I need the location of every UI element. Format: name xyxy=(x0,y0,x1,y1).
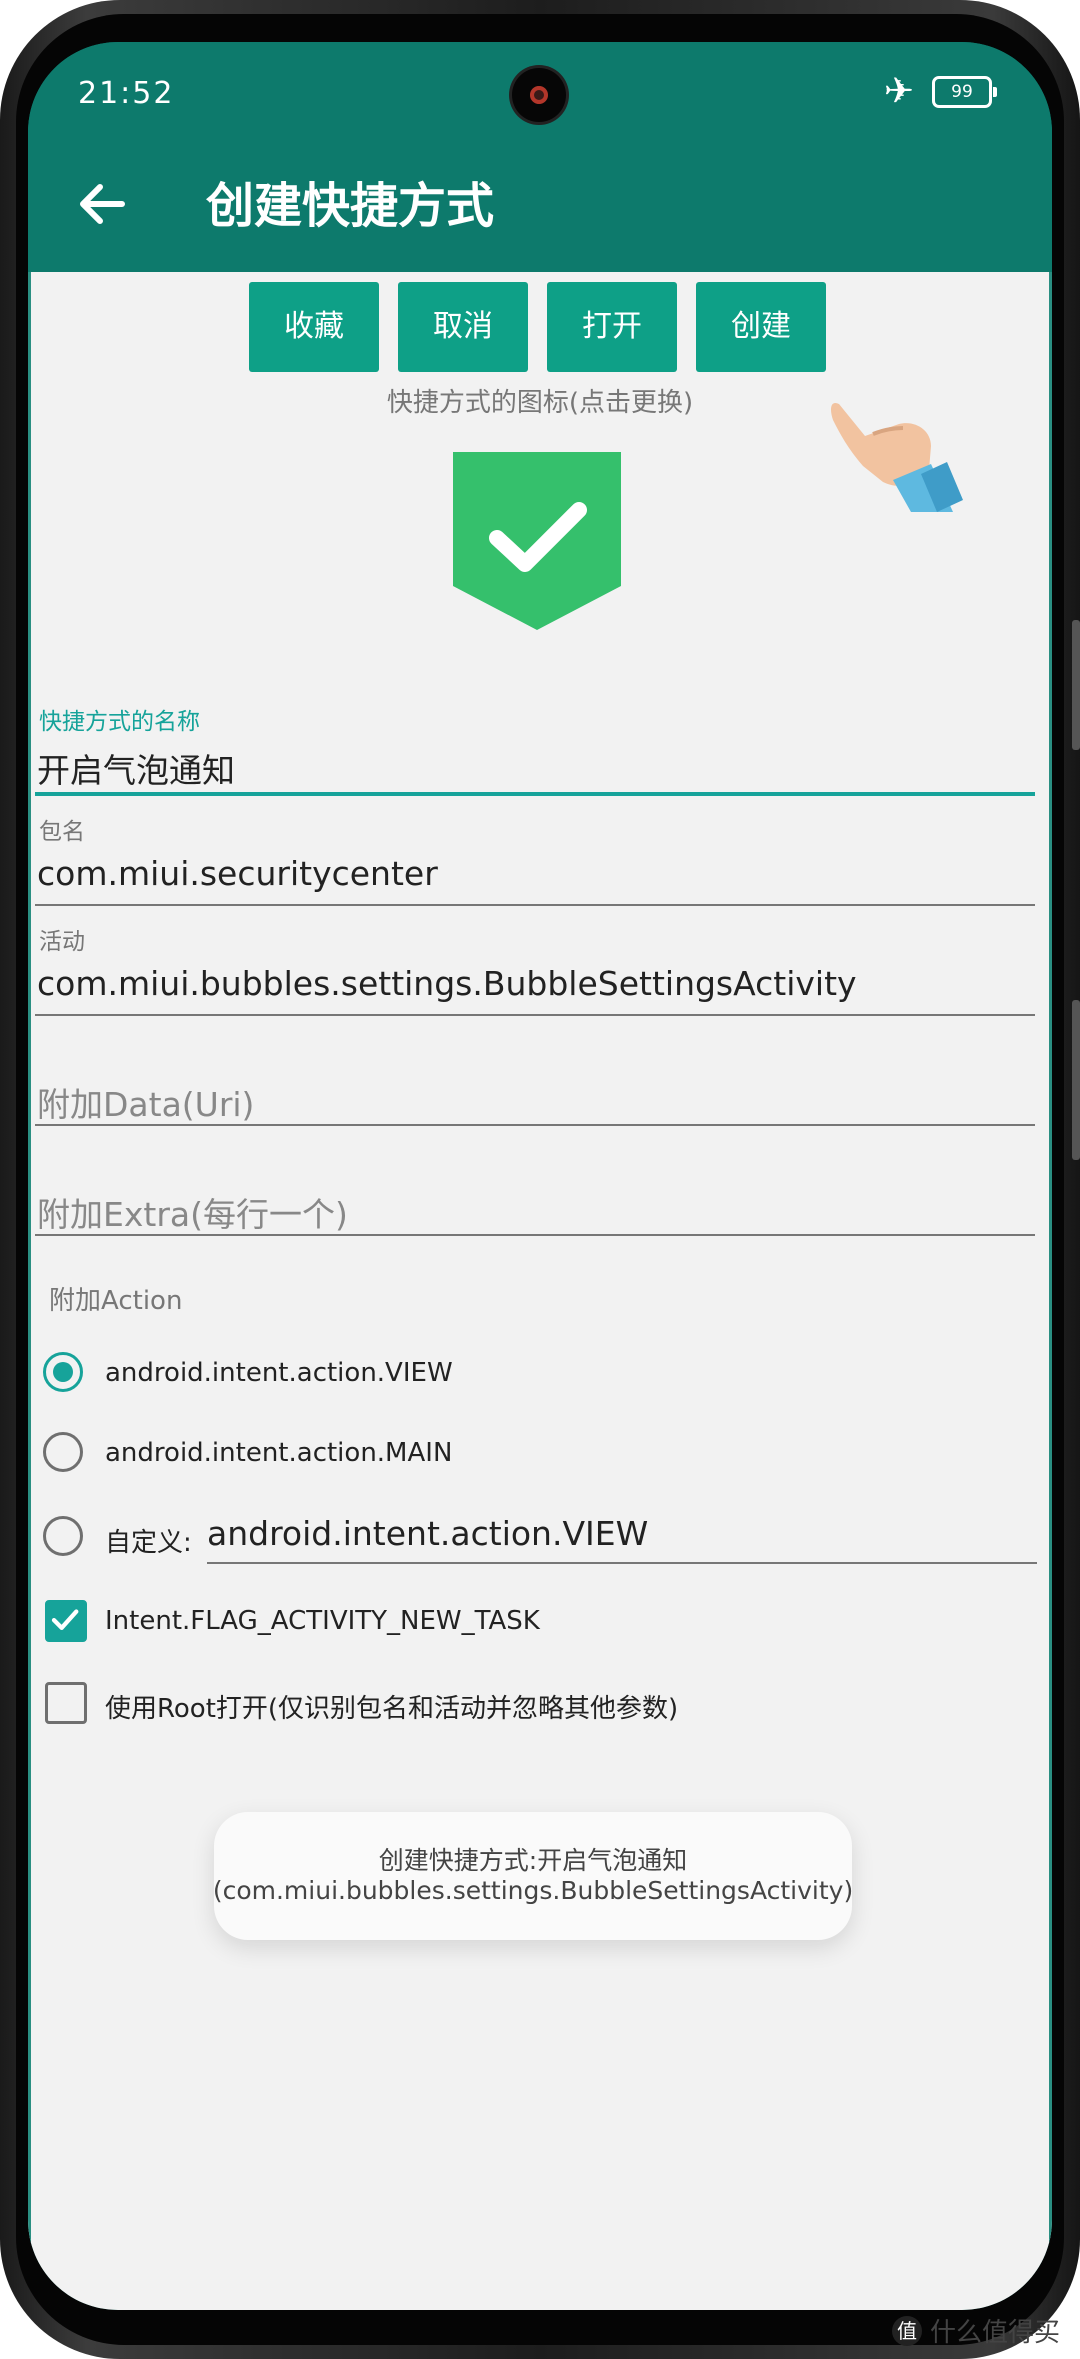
name-underline xyxy=(35,792,1035,796)
package-label: 包名 xyxy=(39,819,85,845)
screen: 21:52 ✈ 99 创建快捷方式 收藏 取消 打开 创建 快捷方式的图标(点击… xyxy=(28,42,1052,2310)
check-icon xyxy=(51,1609,79,1630)
package-input[interactable]: com.miui.securitycenter xyxy=(37,854,438,893)
checkbox-new-task[interactable] xyxy=(45,1600,87,1642)
data-uri-underline xyxy=(35,1124,1035,1126)
shortcut-icon[interactable] xyxy=(453,452,621,630)
radio-action-custom[interactable] xyxy=(43,1516,83,1556)
phone-frame: 21:52 ✈ 99 创建快捷方式 收藏 取消 打开 创建 快捷方式的图标(点击… xyxy=(0,0,1080,2359)
package-underline xyxy=(35,904,1035,906)
open-button[interactable]: 打开 xyxy=(547,282,677,372)
activity-underline xyxy=(35,1014,1035,1016)
power-button xyxy=(1072,1000,1080,1160)
volume-button xyxy=(1072,620,1080,750)
extra-underline xyxy=(35,1234,1035,1236)
watermark-logo-icon: 值 xyxy=(891,2315,922,2346)
name-input[interactable]: 开启气泡通知 xyxy=(37,744,235,792)
cancel-button[interactable]: 取消 xyxy=(398,282,528,372)
battery-icon: 99 xyxy=(932,76,997,108)
option-root-open[interactable]: 使用Root打开(仅识别包名和活动并忽略其他参数) xyxy=(105,1688,678,1725)
watermark-text: 什么值得买 xyxy=(929,2318,1060,2348)
radio-action-main[interactable] xyxy=(43,1432,83,1472)
radio-action-view[interactable] xyxy=(43,1352,83,1392)
custom-action-underline xyxy=(207,1562,1037,1564)
option-action-view[interactable]: android.intent.action.VIEW xyxy=(105,1358,453,1388)
action-section-label: 附加Action xyxy=(49,1286,183,1316)
status-time: 21:52 xyxy=(78,76,175,111)
shortcut-form: 收藏 取消 打开 创建 快捷方式的图标(点击更换) 快捷方式的名称 开启气泡通知… xyxy=(28,272,1052,2310)
option-action-main[interactable]: android.intent.action.MAIN xyxy=(105,1438,452,1468)
toast-message: 创建快捷方式:开启气泡通知(com.miui.bubbles.settings.… xyxy=(213,1812,853,1940)
activity-label: 活动 xyxy=(39,929,85,955)
watermark: 值 什么值得买 xyxy=(891,2312,1060,2349)
data-uri-input[interactable]: 附加Data(Uri) xyxy=(37,1078,254,1126)
name-label: 快捷方式的名称 xyxy=(39,709,200,735)
option-custom-label[interactable]: 自定义: xyxy=(105,1522,192,1559)
airplane-icon: ✈ xyxy=(883,71,914,112)
checkbox-root-open[interactable] xyxy=(45,1682,87,1724)
status-icons: ✈ 99 xyxy=(883,71,997,112)
custom-action-input[interactable]: android.intent.action.VIEW xyxy=(207,1514,648,1553)
page-title: 创建快捷方式 xyxy=(206,178,495,234)
create-button[interactable]: 创建 xyxy=(696,282,826,372)
activity-input[interactable]: com.miui.bubbles.settings.BubbleSettings… xyxy=(37,964,857,1003)
back-arrow-icon[interactable] xyxy=(72,174,132,234)
front-camera xyxy=(512,68,566,122)
favorite-button[interactable]: 收藏 xyxy=(249,282,379,372)
app-bar: 21:52 ✈ 99 创建快捷方式 xyxy=(28,42,1052,272)
option-new-task[interactable]: Intent.FLAG_ACTIVITY_NEW_TASK xyxy=(105,1606,540,1636)
extra-input[interactable]: 附加Extra(每行一个) xyxy=(37,1188,348,1236)
icon-hint: 快捷方式的图标(点击更换) xyxy=(386,388,694,418)
